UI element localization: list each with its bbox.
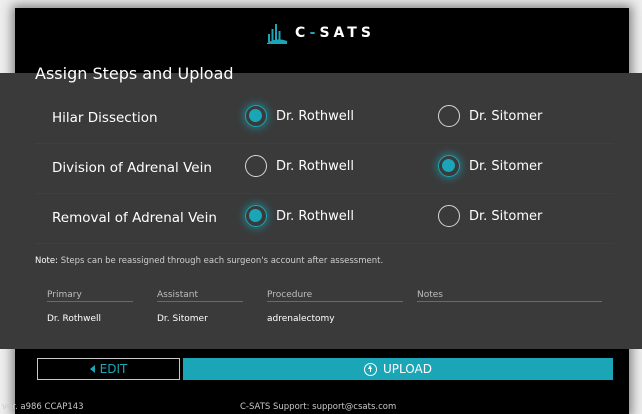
radio-label: Dr. Sitomer bbox=[469, 208, 543, 224]
step-row: Division of Adrenal Vein Dr. Rothwell Dr… bbox=[35, 144, 614, 194]
summary-divider bbox=[417, 301, 602, 302]
csats-logo: C-SATS bbox=[0, 8, 642, 58]
radio-label: Dr. Rothwell bbox=[276, 208, 355, 224]
radio-button-selected[interactable] bbox=[438, 155, 460, 177]
summary-header-primary: Primary bbox=[47, 290, 82, 300]
radio-button[interactable] bbox=[438, 105, 460, 127]
support-text: C-SATS Support: support@csats.com bbox=[240, 402, 397, 412]
radio-option-rothwell[interactable]: Dr. Rothwell bbox=[245, 205, 354, 227]
upload-circle-icon bbox=[364, 362, 378, 376]
summary-primary-value: Dr. Rothwell bbox=[47, 314, 102, 324]
summary-divider bbox=[157, 301, 243, 302]
step-label: Hilar Dissection bbox=[52, 110, 158, 126]
step-label: Removal of Adrenal Vein bbox=[52, 210, 217, 226]
radio-label: Dr. Rothwell bbox=[276, 158, 355, 174]
chevron-left-icon bbox=[89, 365, 95, 373]
radio-option-sitomer[interactable]: Dr. Sitomer bbox=[438, 105, 542, 127]
summary-divider bbox=[267, 301, 403, 302]
summary-procedure-value: adrenalectomy bbox=[267, 314, 335, 324]
radio-option-rothwell[interactable]: Dr. Rothwell bbox=[245, 155, 354, 177]
version-text: ver. a986 CCAP143 bbox=[2, 402, 84, 412]
summary-divider bbox=[47, 301, 133, 302]
summary-assistant-value: Dr. Sitomer bbox=[157, 314, 208, 324]
radio-label: Dr. Rothwell bbox=[276, 108, 355, 124]
page-title: Assign Steps and Upload bbox=[35, 64, 234, 83]
note-key: Note: bbox=[35, 256, 58, 266]
edit-button[interactable]: EDIT bbox=[37, 358, 180, 380]
summary-header-assistant: Assistant bbox=[157, 290, 199, 300]
radio-option-sitomer[interactable]: Dr. Sitomer bbox=[438, 205, 542, 227]
step-row: Removal of Adrenal Vein Dr. Rothwell Dr.… bbox=[35, 194, 614, 244]
radio-option-sitomer[interactable]: Dr. Sitomer bbox=[438, 155, 542, 177]
step-assignment-list: Hilar Dissection Dr. Rothwell Dr. Sitome… bbox=[35, 94, 614, 244]
reassign-note: Note: Steps can be reassigned through ea… bbox=[35, 256, 383, 266]
note-text: Steps can be reassigned through each sur… bbox=[60, 256, 384, 266]
radio-button[interactable] bbox=[438, 205, 460, 227]
radio-button-selected[interactable] bbox=[245, 205, 267, 227]
radio-option-rothwell[interactable]: Dr. Rothwell bbox=[245, 105, 354, 127]
radio-label: Dr. Sitomer bbox=[469, 108, 543, 124]
summary-header-notes: Notes bbox=[417, 290, 443, 300]
step-label: Division of Adrenal Vein bbox=[52, 160, 212, 176]
logo-wordmark: C-SATS bbox=[295, 25, 375, 41]
logo-bars-icon bbox=[267, 24, 288, 44]
radio-button-selected[interactable] bbox=[245, 105, 267, 127]
radio-label: Dr. Sitomer bbox=[469, 158, 543, 174]
upload-button[interactable]: UPLOAD bbox=[183, 358, 613, 380]
summary-header-procedure: Procedure bbox=[267, 290, 313, 300]
upload-button-label: UPLOAD bbox=[383, 362, 432, 376]
radio-button[interactable] bbox=[245, 155, 267, 177]
step-row: Hilar Dissection Dr. Rothwell Dr. Sitome… bbox=[35, 94, 614, 144]
edit-button-label: EDIT bbox=[99, 362, 128, 376]
